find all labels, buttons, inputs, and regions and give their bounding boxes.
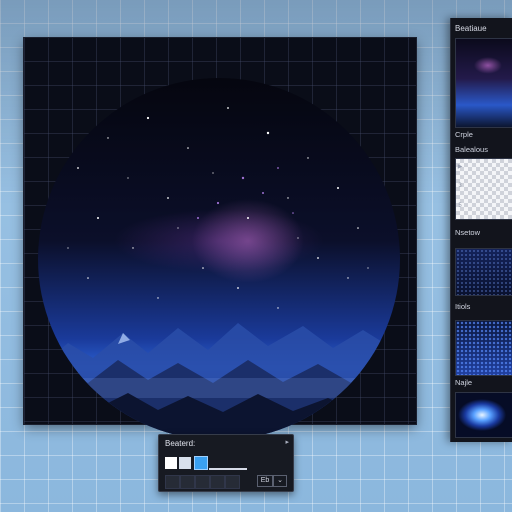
panel-title: Beatiaue [455,24,487,33]
close-icon[interactable]: ▸ [285,438,289,446]
grid-cell[interactable] [225,475,240,489]
section-label-5: Najle [455,378,473,387]
grid-cell[interactable] [195,475,210,489]
swatch-light[interactable] [179,457,191,469]
grid-cell[interactable] [180,475,195,489]
mini-button-5[interactable]: 5 [456,203,464,209]
section-label-3: Nsetow [455,228,481,237]
noise-thumbnail[interactable] [455,248,512,296]
apply-button[interactable]: Eb [257,475,273,487]
section-label-1: Crple [455,130,473,139]
chevron-down-icon[interactable]: ⌄ [273,475,287,487]
swatch-blue[interactable] [195,457,207,469]
play-icon[interactable]: ▶ [456,163,464,170]
artboard-canvas[interactable] [24,38,416,440]
grid-cell[interactable] [165,475,180,489]
section-label-2: Balealous [455,145,488,154]
grid-cell[interactable] [210,475,225,489]
stars [67,107,369,309]
section-label-4: Itiols [455,302,471,311]
swatch-white[interactable] [165,457,177,469]
layers-side-panel: Beatiaue Crple Balealous ▶ 3 5 Nsetow It… [450,18,512,442]
transparency-thumbnail[interactable]: ▶ 3 5 [455,158,512,220]
mountain-landscape-svg [38,107,400,440]
bottom-panel-title: Beaterd: [165,439,196,448]
opacity-slider[interactable] [209,468,247,470]
fog-layer [38,378,400,398]
glow-thumbnail[interactable] [455,392,512,438]
halftone-thumbnail[interactable] [455,320,512,376]
violet-stars [197,167,294,219]
mini-button-3[interactable]: 3 [456,183,464,189]
galaxy-thumbnail[interactable] [455,38,512,128]
night-sky-circle-image [38,78,400,440]
background-color-panel: Beaterd: ▸ Eb ⌄ [158,434,294,492]
